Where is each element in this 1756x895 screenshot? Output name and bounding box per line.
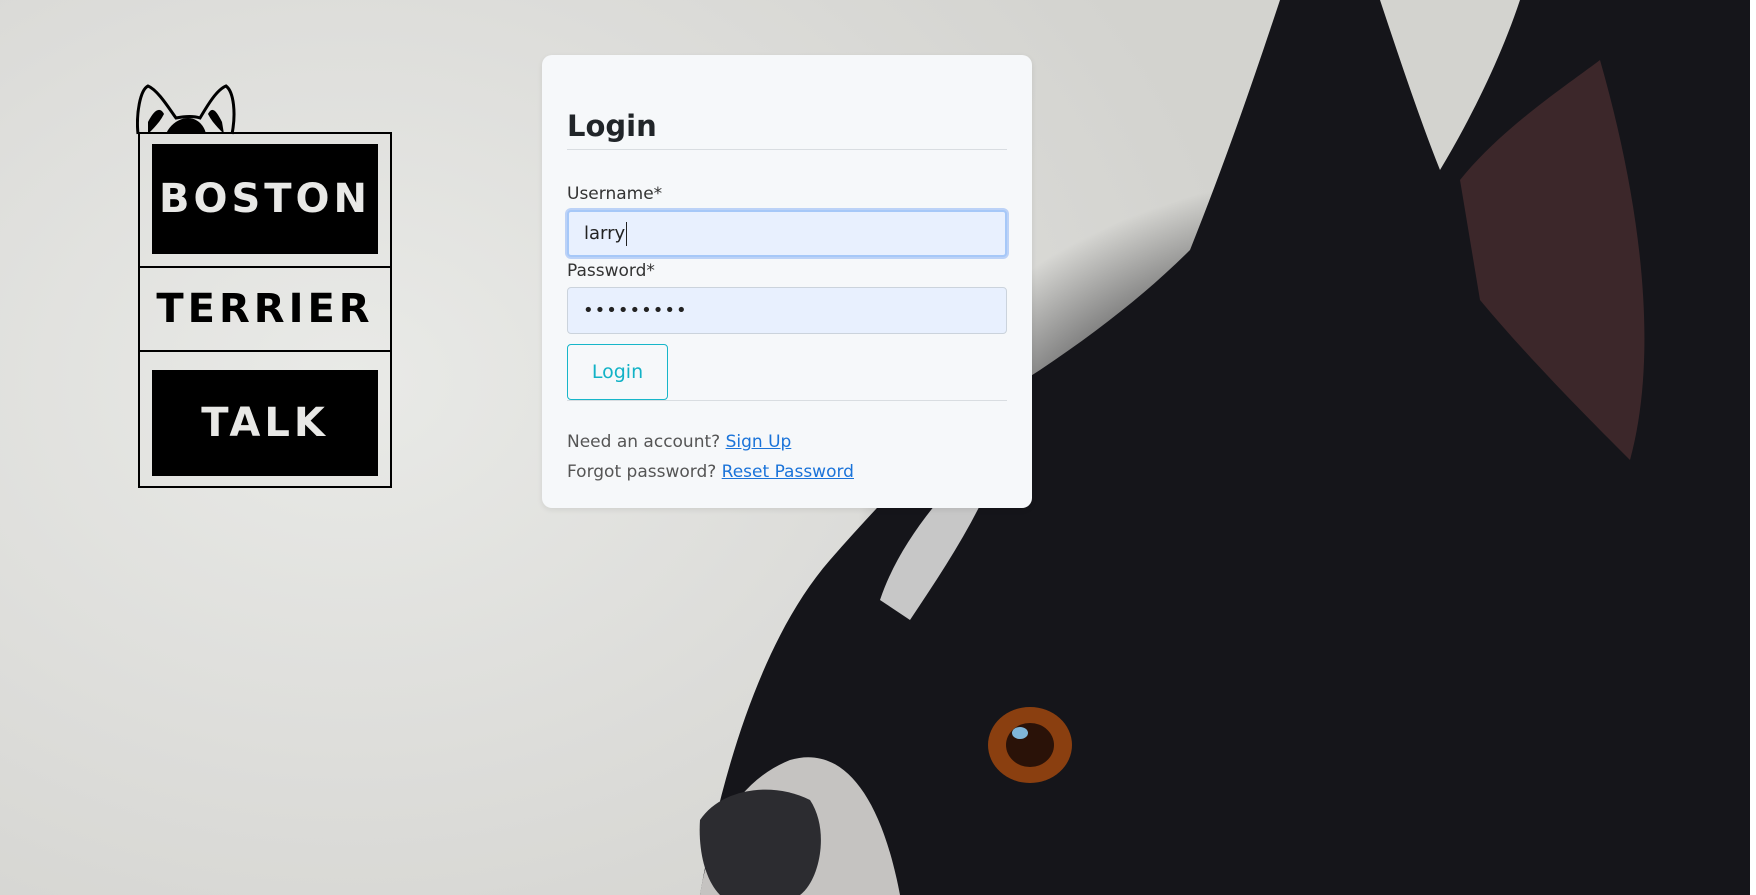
signup-prompt: Need an account?	[567, 432, 721, 452]
login-title: Login	[567, 109, 1007, 150]
card-divider	[567, 400, 1007, 401]
username-value: larry	[584, 223, 626, 244]
password-label: Password*	[567, 261, 655, 281]
signup-link[interactable]: Sign Up	[726, 432, 792, 452]
signup-row: Need an account? Sign Up	[567, 427, 1007, 457]
reset-row: Forgot password? Reset Password	[567, 457, 1007, 487]
dog-ears-icon	[136, 84, 236, 135]
forgot-prompt: Forgot password?	[567, 462, 717, 482]
text-caret	[626, 221, 628, 246]
username-label: Username*	[567, 184, 663, 204]
logo-line-boston: BOSTON	[152, 144, 378, 254]
password-value: •••••••••	[583, 300, 688, 321]
account-links: Need an account? Sign Up Forgot password…	[567, 427, 1007, 487]
logo-frame: BOSTON TERRIER TALK	[138, 132, 392, 488]
logo-line-terrier: TERRIER	[140, 266, 390, 352]
reset-password-link[interactable]: Reset Password	[722, 462, 854, 482]
username-input[interactable]: larry	[567, 210, 1007, 257]
logo-line-talk: TALK	[152, 370, 378, 476]
login-card: Login Username* larry Password* ••••••••…	[542, 55, 1032, 508]
password-input[interactable]: •••••••••	[567, 287, 1007, 334]
login-button[interactable]: Login	[567, 344, 668, 400]
boston-terrier-talk-logo: BOSTON TERRIER TALK	[136, 84, 396, 494]
